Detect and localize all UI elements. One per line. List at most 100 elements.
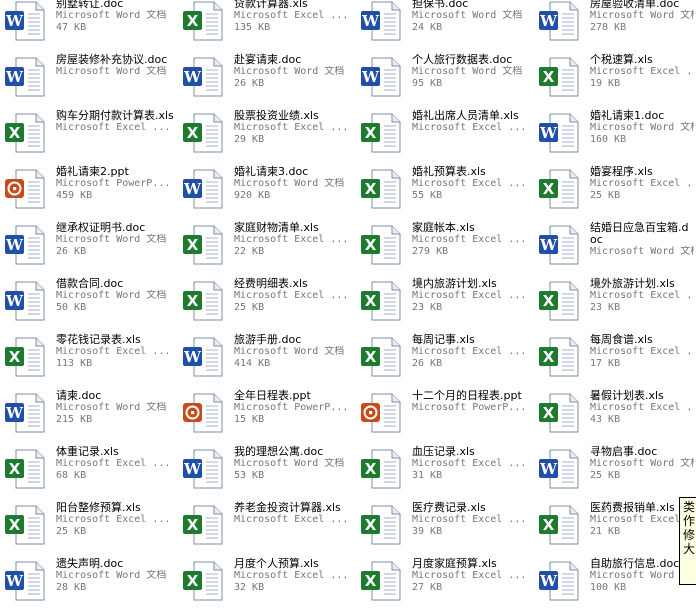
file-type: Microsoft Excel ...: [590, 290, 694, 301]
file-item[interactable]: W 借款合同.doc Microsoft Word 文档 50 KB: [0, 274, 178, 330]
excel-spreadsheet-icon: X: [182, 278, 228, 322]
svg-text:X: X: [187, 292, 199, 310]
file-item[interactable]: X 购车分期付款计算表.xls Microsoft Excel ...: [0, 106, 178, 162]
file-item[interactable]: W 婚礼请柬1.doc Microsoft Word 文档 160 KB: [534, 106, 696, 162]
file-type: Microsoft Word 文档: [56, 402, 167, 413]
file-item[interactable]: X 经费明细表.xls Microsoft Excel ... 25 KB: [178, 274, 356, 330]
file-size: 43 KB: [590, 414, 621, 425]
file-name: 全年日程表.ppt: [234, 389, 311, 402]
file-item[interactable]: W 个人旅行数据表.doc Microsoft Word 文档 95 KB: [356, 50, 534, 106]
file-item[interactable]: X 境内旅游计划.xls Microsoft Excel ... 23 KB: [356, 274, 534, 330]
excel-spreadsheet-icon: X: [538, 54, 584, 98]
file-name: 股票投资业绩.xls: [234, 109, 319, 122]
file-item[interactable]: X 家庭财物清单.xls Microsoft Excel ... 22 KB: [178, 218, 356, 274]
excel-spreadsheet-icon: X: [360, 446, 406, 490]
word-document-icon: W: [182, 54, 228, 98]
file-item[interactable]: W 房屋验收清单.doc Microsoft Word 文档 278 KB: [534, 0, 696, 50]
file-item[interactable]: X 体重记录.xls Microsoft Excel ... 68 KB: [0, 442, 178, 498]
svg-text:X: X: [365, 180, 377, 198]
svg-text:X: X: [9, 124, 21, 142]
file-type: Microsoft Word 文档: [234, 66, 345, 77]
file-item[interactable]: X 养老金投资计算器.xls Microsoft Excel ...: [178, 498, 356, 554]
file-size: 15 KB: [234, 414, 265, 425]
file-name: 请柬.doc: [56, 389, 102, 402]
file-item[interactable]: W 担保书.doc Microsoft Word 文档 24 KB: [356, 0, 534, 50]
file-type: Microsoft Excel ...: [412, 570, 527, 581]
file-name: 担保书.doc: [412, 0, 469, 10]
file-name: 家庭财物清单.xls: [234, 221, 319, 234]
file-item[interactable]: X 医药费报销单.xls Microsoft Excel ... 21 KB: [534, 498, 696, 554]
file-size: 50 KB: [56, 302, 87, 313]
excel-spreadsheet-icon: X: [538, 278, 584, 322]
file-item[interactable]: W 婚礼请柬3.doc Microsoft Word 文档 920 KB: [178, 162, 356, 218]
file-type: Microsoft Excel ...: [56, 346, 171, 357]
file-size: 459 KB: [56, 190, 93, 201]
file-item[interactable]: X 股票投资业绩.xls Microsoft Excel ... 29 KB: [178, 106, 356, 162]
file-type: Microsoft Word 文档: [412, 10, 523, 21]
file-item[interactable]: 婚礼请柬2.ppt Microsoft PowerP... 459 KB: [0, 162, 178, 218]
file-item[interactable]: X 血压记录.xls Microsoft Excel ... 31 KB: [356, 442, 534, 498]
file-name: 遗失声明.doc: [56, 557, 124, 570]
file-type: Microsoft Excel ...: [234, 234, 349, 245]
file-name: 境内旅游计划.xls: [412, 277, 497, 290]
file-item[interactable]: X 暑假计划表.xls Microsoft Excel ... 43 KB: [534, 386, 696, 442]
excel-spreadsheet-icon: X: [360, 110, 406, 154]
file-item[interactable]: X 婚礼出席人员清单.xls Microsoft Excel ...: [356, 106, 534, 162]
file-name: 结婚日应急百宝箱.doc: [590, 221, 689, 246]
file-item[interactable]: X 婚宴程序.xls Microsoft Excel ... 25 KB: [534, 162, 696, 218]
file-item[interactable]: 全年日程表.ppt Microsoft PowerP... 15 KB: [178, 386, 356, 442]
svg-text:X: X: [543, 292, 555, 310]
powerpoint-presentation-icon: [4, 166, 50, 210]
file-item[interactable]: X 婚礼预算表.xls Microsoft Excel ... 55 KB: [356, 162, 534, 218]
file-item[interactable]: W 自助旅行信息.doc Microsoft Word 文档 100 KB: [534, 554, 696, 610]
file-item[interactable]: X 医疗费记录.xls Microsoft Excel ... 39 KB: [356, 498, 534, 554]
file-type: Microsoft Word 文档: [412, 66, 523, 77]
file-item[interactable]: X 每周记事.xls Microsoft Excel ... 26 KB: [356, 330, 534, 386]
excel-spreadsheet-icon: X: [360, 334, 406, 378]
file-type: Microsoft PowerP...: [234, 402, 349, 413]
file-item[interactable]: W 赴宴请柬.doc Microsoft Word 文档 26 KB: [178, 50, 356, 106]
file-item[interactable]: X 阳台整修预算.xls Microsoft Excel ... 25 KB: [0, 498, 178, 554]
file-type: Microsoft Excel ...: [234, 10, 349, 21]
file-item[interactable]: W 房屋装修补充协议.doc Microsoft Word 文档: [0, 50, 178, 106]
file-item[interactable]: X 每周食谱.xls Microsoft Excel ... 17 KB: [534, 330, 696, 386]
file-name: 购车分期付款计算表.xls: [56, 109, 174, 122]
file-item[interactable]: X 个税速算.xls Microsoft Excel ... 19 KB: [534, 50, 696, 106]
svg-text:X: X: [543, 516, 555, 534]
file-size: 27 KB: [412, 582, 443, 593]
word-document-icon: W: [182, 446, 228, 490]
file-item[interactable]: X 月度个人预算.xls Microsoft Excel ... 32 KB: [178, 554, 356, 610]
file-item[interactable]: X 境外旅游计划.xls Microsoft Excel ... 23 KB: [534, 274, 696, 330]
file-name: 婚礼出席人员清单.xls: [412, 109, 519, 122]
svg-text:X: X: [187, 12, 199, 30]
powerpoint-presentation-icon: [360, 390, 406, 434]
file-item[interactable]: X 零花钱记录表.xls Microsoft Excel ... 113 KB: [0, 330, 178, 386]
file-name: 个人旅行数据表.doc: [412, 53, 513, 66]
file-name: 医疗费记录.xls: [412, 501, 486, 514]
file-size: 32 KB: [234, 582, 265, 593]
file-type: Microsoft Word 文档: [234, 346, 345, 357]
file-item[interactable]: W 我的理想公寓.doc Microsoft Word 文档 53 KB: [178, 442, 356, 498]
file-name: 婚宴程序.xls: [590, 165, 653, 178]
word-document-icon: W: [538, 0, 584, 42]
file-item[interactable]: W 遗失声明.doc Microsoft Word 文档 28 KB: [0, 554, 178, 610]
file-item[interactable]: W 旅游手册.doc Microsoft Word 文档 414 KB: [178, 330, 356, 386]
file-size: 25 KB: [590, 190, 621, 201]
file-item[interactable]: 十二个月的日程表.ppt Microsoft PowerP...: [356, 386, 534, 442]
file-item[interactable]: W 继承权证明书.doc Microsoft Word 文档 26 KB: [0, 218, 178, 274]
file-item[interactable]: W 寻物启事.doc Microsoft Word 文档 25 KB: [534, 442, 696, 498]
file-item[interactable]: X 家庭帐本.xls Microsoft Excel ... 279 KB: [356, 218, 534, 274]
file-size: 26 KB: [412, 358, 443, 369]
file-type: Microsoft Excel ...: [412, 346, 527, 357]
file-item[interactable]: W 请柬.doc Microsoft Word 文档 215 KB: [0, 386, 178, 442]
svg-text:X: X: [543, 180, 555, 198]
file-size: 26 KB: [234, 78, 265, 89]
file-item[interactable]: W 结婚日应急百宝箱.doc Microsoft Word 文档: [534, 218, 696, 274]
word-document-icon: W: [4, 54, 50, 98]
file-name: 我的理想公寓.doc: [234, 445, 324, 458]
excel-spreadsheet-icon: X: [4, 110, 50, 154]
file-name: 婚礼请柬1.doc: [590, 109, 665, 122]
file-item[interactable]: X 月度家庭预算.xls Microsoft Excel ... 27 KB: [356, 554, 534, 610]
file-item[interactable]: W 别墅转让.doc Microsoft Word 文档 47 KB: [0, 0, 178, 50]
file-item[interactable]: X 贷款计算器.xls Microsoft Excel ... 135 KB: [178, 0, 356, 50]
